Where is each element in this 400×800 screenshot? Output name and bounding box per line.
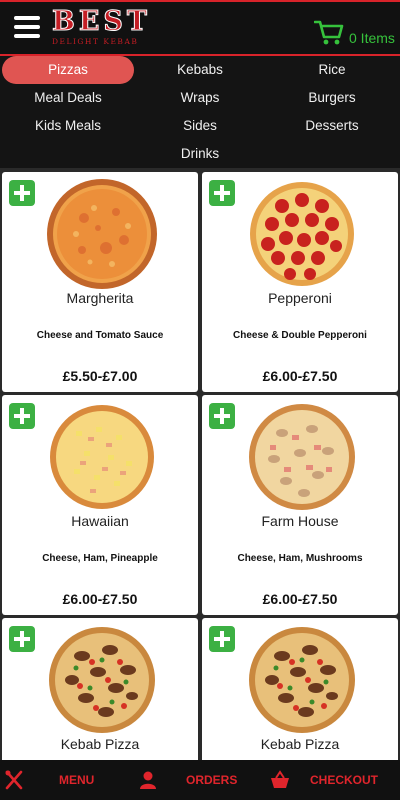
pizza-image <box>50 405 154 509</box>
category-nav: Pizzas Kebabs Rice Meal Deals Wraps Burg… <box>0 56 400 168</box>
category-desserts[interactable]: Desserts <box>266 112 398 140</box>
cart-item-count[interactable]: 0 Items <box>349 30 395 46</box>
product-price: £6.00-£7.50 <box>262 368 338 384</box>
brand-logo[interactable]: BEST DELIGHT KEBAB <box>52 6 162 50</box>
category-rice[interactable]: Rice <box>266 56 398 84</box>
pizza-image <box>250 182 354 286</box>
category-wraps[interactable]: Wraps <box>134 84 266 112</box>
product-description: Cheese, Ham, Pineapple <box>42 553 158 564</box>
category-meal-deals[interactable]: Meal Deals <box>2 84 134 112</box>
product-price: £5.50-£7.00 <box>62 368 138 384</box>
basket-icon <box>271 770 289 788</box>
product-name: Margherita <box>66 290 134 306</box>
nav-menu-label: MENU <box>59 773 95 787</box>
add-to-cart-button[interactable] <box>209 626 235 652</box>
pizza-image <box>249 404 355 510</box>
product-card[interactable]: Hawaiian Cheese, Ham, Pineapple £6.00-£7… <box>2 395 198 615</box>
product-card[interactable]: Pepperoni Cheese & Double Pepperoni £6.0… <box>202 172 398 392</box>
product-description: Cheese, Ham, Mushrooms <box>237 553 363 564</box>
nav-checkout[interactable]: CHECKOUT <box>260 760 400 800</box>
product-name: Pepperoni <box>268 290 332 306</box>
product-description: Cheese & Double Pepperoni <box>233 330 367 341</box>
add-to-cart-button[interactable] <box>9 180 35 206</box>
add-to-cart-button[interactable] <box>209 403 235 429</box>
product-name: Kebab Pizza <box>60 736 140 752</box>
category-burgers[interactable]: Burgers <box>266 84 398 112</box>
product-name: Kebab Pizza <box>260 736 340 752</box>
add-to-cart-button[interactable] <box>9 626 35 652</box>
nav-orders[interactable]: ORDERS <box>130 760 260 800</box>
category-drinks[interactable]: Drinks <box>134 140 266 168</box>
pizza-image <box>49 627 155 733</box>
product-card[interactable]: Margherita Cheese and Tomato Sauce £5.50… <box>2 172 198 392</box>
bottom-nav: MENU ORDERS CHECKOUT <box>0 760 400 800</box>
product-price: £6.00-£7.50 <box>62 591 138 607</box>
shopping-cart-icon[interactable] <box>314 20 344 46</box>
user-icon <box>140 771 156 789</box>
product-name: Farm House <box>261 513 339 529</box>
product-card[interactable]: Farm House Cheese, Ham, Mushrooms £6.00-… <box>202 395 398 615</box>
category-kebabs[interactable]: Kebabs <box>134 56 266 84</box>
hamburger-menu-icon[interactable] <box>14 16 40 38</box>
add-to-cart-button[interactable] <box>209 180 235 206</box>
utensils-icon <box>5 770 23 790</box>
app-header: BEST DELIGHT KEBAB 0 Items <box>0 2 400 54</box>
nav-orders-label: ORDERS <box>186 773 238 787</box>
add-to-cart-button[interactable] <box>9 403 35 429</box>
category-kids-meals[interactable]: Kids Meals <box>2 112 134 140</box>
product-grid: Margherita Cheese and Tomato Sauce £5.50… <box>0 168 400 800</box>
category-sides[interactable]: Sides <box>134 112 266 140</box>
product-name: Hawaiian <box>71 513 129 529</box>
category-pizzas[interactable]: Pizzas <box>2 56 134 84</box>
nav-menu[interactable]: MENU <box>0 760 130 800</box>
logo-main-text: BEST <box>52 6 151 37</box>
product-description: Cheese and Tomato Sauce <box>36 330 164 341</box>
product-price: £6.00-£7.50 <box>262 591 338 607</box>
pizza-image <box>47 179 157 289</box>
logo-sub-text: DELIGHT KEBAB <box>52 37 139 46</box>
nav-checkout-label: CHECKOUT <box>310 773 378 787</box>
pizza-image <box>249 627 355 733</box>
